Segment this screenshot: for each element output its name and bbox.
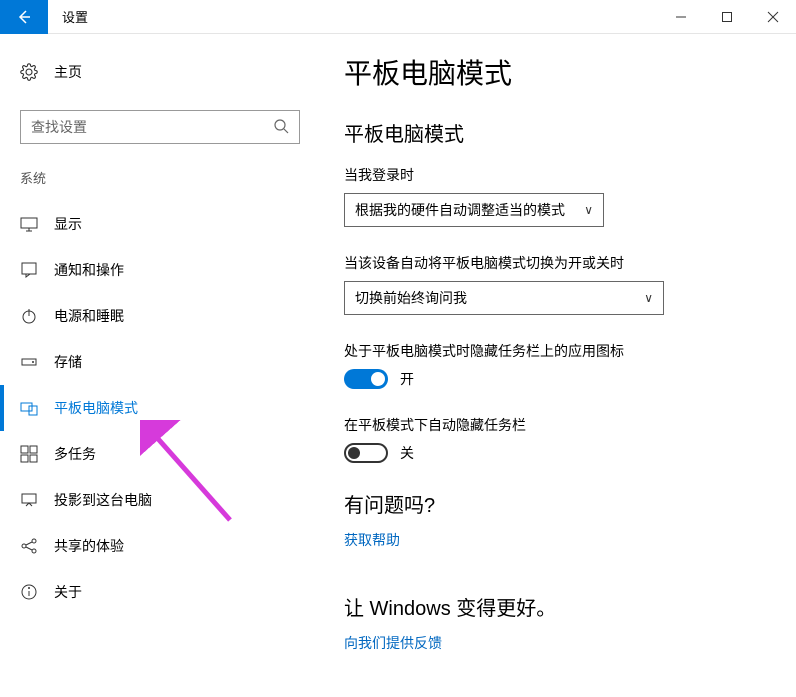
sidebar-item-label: 共享的体验	[54, 536, 124, 556]
minimize-button[interactable]	[658, 0, 704, 34]
sidebar-item-tablet-mode[interactable]: 平板电脑模式	[0, 385, 320, 431]
sidebar-item-label: 投影到这台电脑	[54, 490, 152, 510]
switch-label: 当该设备自动将平板电脑模式切换为开或关时	[344, 253, 766, 273]
storage-icon	[20, 353, 38, 371]
project-icon	[20, 491, 38, 509]
back-arrow-icon	[16, 9, 32, 25]
hide-taskbar-toggle[interactable]	[344, 443, 388, 463]
sidebar-category: 系统	[0, 168, 320, 187]
switch-select[interactable]: 切换前始终询问我 ∨	[344, 281, 664, 315]
main-content: 平板电脑模式 平板电脑模式 当我登录时 根据我的硬件自动调整适当的模式 ∨ 当该…	[320, 34, 796, 697]
sidebar: 主页 系统 显示 通知和操作 电源和睡眠 存储 平板电脑模式	[0, 34, 320, 697]
help-title: 有问题吗?	[344, 489, 766, 518]
hide-taskbar-state: 关	[400, 443, 414, 463]
sidebar-item-shared[interactable]: 共享的体验	[0, 523, 320, 569]
sidebar-item-label: 电源和睡眠	[54, 306, 124, 326]
minimize-icon	[675, 11, 687, 23]
gear-icon	[20, 63, 38, 81]
page-title: 平板电脑模式	[344, 52, 766, 92]
multitask-icon	[20, 445, 38, 463]
hide-taskbar-label: 在平板模式下自动隐藏任务栏	[344, 415, 766, 435]
search-icon	[273, 118, 289, 137]
maximize-button[interactable]	[704, 0, 750, 34]
signin-select[interactable]: 根据我的硬件自动调整适当的模式 ∨	[344, 193, 604, 227]
sidebar-item-storage[interactable]: 存储	[0, 339, 320, 385]
section-title: 平板电脑模式	[344, 118, 766, 147]
sidebar-item-label: 多任务	[54, 444, 96, 464]
titlebar: 设置	[0, 0, 796, 34]
sidebar-item-power[interactable]: 电源和睡眠	[0, 293, 320, 339]
make-better-title: 让 Windows 变得更好。	[344, 592, 766, 621]
sidebar-item-label: 显示	[54, 214, 82, 234]
tablet-icon	[20, 399, 38, 417]
sidebar-item-label: 平板电脑模式	[54, 398, 138, 418]
window-title: 设置	[48, 7, 88, 26]
sidebar-home-label: 主页	[54, 62, 82, 82]
signin-label: 当我登录时	[344, 165, 766, 185]
sidebar-item-about[interactable]: 关于	[0, 569, 320, 615]
info-icon	[20, 583, 38, 601]
switch-select-value: 切换前始终询问我	[355, 288, 467, 308]
search-box[interactable]	[20, 110, 300, 144]
hide-icons-label: 处于平板电脑模式时隐藏任务栏上的应用图标	[344, 341, 766, 361]
chevron-down-icon: ∨	[584, 203, 593, 217]
sidebar-item-projecting[interactable]: 投影到这台电脑	[0, 477, 320, 523]
maximize-icon	[721, 11, 733, 23]
sidebar-item-display[interactable]: 显示	[0, 201, 320, 247]
feedback-link[interactable]: 向我们提供反馈	[344, 633, 442, 653]
sidebar-item-label: 关于	[54, 582, 82, 602]
search-input[interactable]	[31, 119, 273, 135]
sidebar-item-label: 通知和操作	[54, 260, 124, 280]
hide-icons-toggle[interactable]	[344, 369, 388, 389]
chevron-down-icon: ∨	[644, 291, 653, 305]
sidebar-item-notifications[interactable]: 通知和操作	[0, 247, 320, 293]
hide-icons-state: 开	[400, 369, 414, 389]
power-icon	[20, 307, 38, 325]
display-icon	[20, 215, 38, 233]
close-icon	[767, 11, 779, 23]
back-button[interactable]	[0, 0, 48, 34]
close-button[interactable]	[750, 0, 796, 34]
signin-select-value: 根据我的硬件自动调整适当的模式	[355, 200, 565, 220]
sidebar-home[interactable]: 主页	[0, 52, 320, 92]
window-controls	[658, 0, 796, 34]
get-help-link[interactable]: 获取帮助	[344, 530, 400, 550]
sidebar-item-multitasking[interactable]: 多任务	[0, 431, 320, 477]
notification-icon	[20, 261, 38, 279]
share-icon	[20, 537, 38, 555]
sidebar-item-label: 存储	[54, 352, 82, 372]
